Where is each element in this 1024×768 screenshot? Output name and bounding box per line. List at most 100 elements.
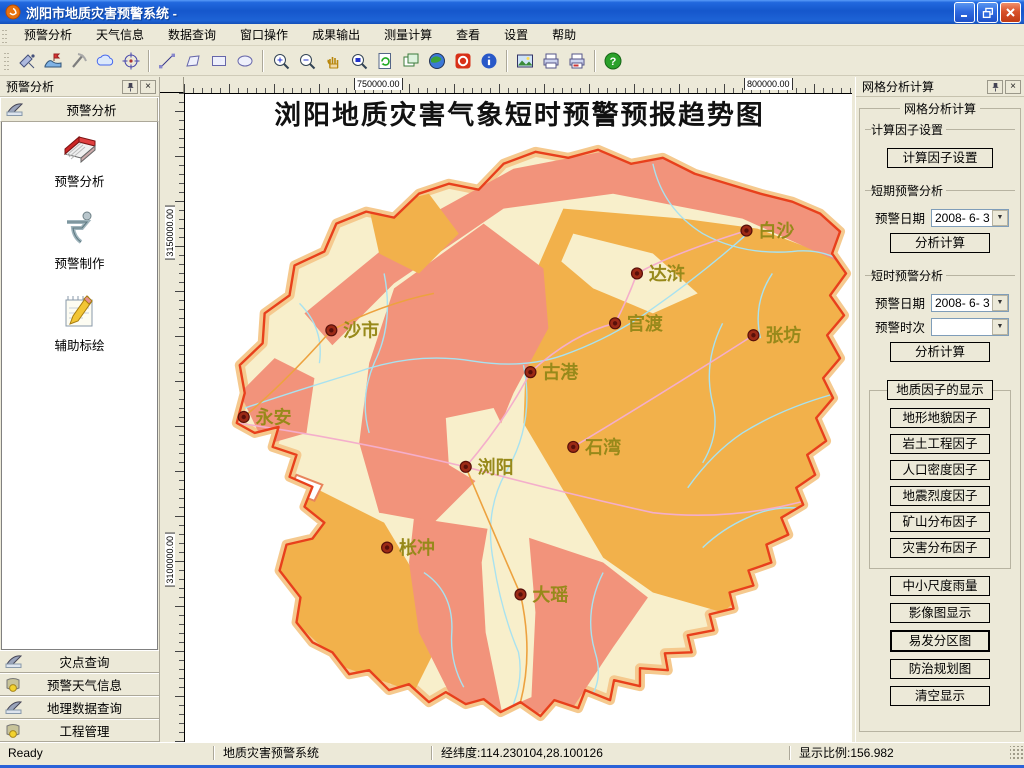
tool-item-warning-production[interactable]: 预警制作	[54, 208, 104, 272]
map-canvas[interactable]: 沙市永安白沙达浒官渡张坊古港石湾浏阳枨冲大瑶 浏阳地质灾害气象短时预警预报趋势图	[184, 93, 852, 742]
window-title: 浏阳市地质灾害预警系统 -	[26, 3, 954, 22]
refresh-page-button[interactable]	[372, 49, 398, 73]
vertical-ruler: 3150000.00 3100000.00	[160, 93, 184, 742]
polygon-tool-button[interactable]	[180, 49, 206, 73]
zoom-out-button[interactable]	[294, 49, 320, 73]
disaster-factor-button[interactable]: 灾害分布因子	[890, 538, 990, 558]
ellipse-tool-icon	[235, 51, 255, 71]
rectangle-tool-button[interactable]	[206, 49, 232, 73]
population-factor-button[interactable]: 人口密度因子	[890, 460, 990, 480]
panel-close-button[interactable]: ×	[140, 80, 156, 94]
rectangle-tool-icon	[209, 51, 229, 71]
menu-weather-info[interactable]: 天气信息	[84, 24, 156, 45]
geotech-factor-button[interactable]: 岩土工程因子	[890, 434, 990, 454]
ellipse-tool-button[interactable]	[232, 49, 258, 73]
weather-tool-icon	[4, 677, 24, 693]
pick-tool-button[interactable]	[66, 49, 92, 73]
right-panel-title: 网格分析计算	[862, 78, 985, 95]
geo-factor-display-button[interactable]: 地质因子的显示	[887, 380, 993, 400]
layers-copy-icon	[401, 51, 421, 71]
close-icon	[1005, 7, 1016, 18]
layers-copy-button[interactable]	[398, 49, 424, 73]
menu-measure[interactable]: 测量计算	[372, 24, 444, 45]
pan-hand-button[interactable]	[320, 49, 346, 73]
bar-project-management[interactable]: 工程管理	[0, 719, 159, 742]
menu-output[interactable]: 成果输出	[300, 24, 372, 45]
mine-factor-button[interactable]: 矿山分布因子	[890, 512, 990, 532]
menu-help[interactable]: 帮助	[540, 24, 588, 45]
warning-date-combo[interactable]: 2008- 6- 3▼	[931, 209, 1009, 227]
clear-display-button[interactable]: 清空显示	[890, 686, 990, 706]
print-preview-icon	[567, 51, 587, 71]
line-tool-button[interactable]	[154, 49, 180, 73]
notepad-pencil-icon	[57, 290, 101, 332]
print-preview-button[interactable]	[564, 49, 590, 73]
nowcast-label: 短时预警分析	[871, 267, 946, 284]
city-label: 石湾	[584, 436, 621, 457]
nowcast-analyze-button[interactable]: 分析计算	[890, 342, 990, 362]
resize-grip[interactable]	[1010, 746, 1024, 760]
bar-disaster-point-query[interactable]: 灾点查询	[0, 650, 159, 673]
info-button[interactable]	[476, 49, 502, 73]
close-icon: ×	[145, 82, 151, 92]
city-label: 永安	[256, 406, 292, 427]
nowcast-date-combo[interactable]: 2008- 6- 3▼	[931, 294, 1009, 312]
target-button[interactable]	[118, 49, 144, 73]
restore-button[interactable]	[977, 2, 998, 23]
terrain-flag-button[interactable]	[40, 49, 66, 73]
right-panel-header: 网格分析计算 ×	[856, 77, 1024, 97]
seismic-factor-button[interactable]: 地震烈度因子	[890, 486, 990, 506]
imagery-display-button[interactable]: 影像图显示	[890, 603, 990, 623]
factor-settings-button[interactable]: 计算因子设置	[887, 148, 993, 168]
app-logo-icon	[5, 4, 21, 20]
terrain-factor-button[interactable]: 地形地貌因子	[890, 408, 990, 428]
chevron-down-icon[interactable]: ▼	[992, 210, 1008, 226]
menu-data-query[interactable]: 数据查询	[156, 24, 228, 45]
right-panel: 网格分析计算 × 网格分析计算 计算因子设置 计算因子设置 短期预警分析 预警日…	[855, 77, 1024, 742]
short-term-analyze-button[interactable]: 分析计算	[890, 233, 990, 253]
stop-button[interactable]	[450, 49, 476, 73]
menu-grip[interactable]	[0, 27, 8, 43]
menu-warning-analysis[interactable]: 预警分析	[12, 24, 84, 45]
panel-close-button[interactable]: ×	[1005, 80, 1021, 94]
zoom-in-button[interactable]	[268, 49, 294, 73]
left-panel: 预警分析 × 预警分析 预警分析 预警制作 辅助标绘	[0, 77, 160, 742]
close-button[interactable]	[1000, 2, 1021, 23]
tool-item-aux-plotting[interactable]: 辅助标绘	[54, 290, 104, 354]
bar-warning-weather-info[interactable]: 预警天气信息	[0, 673, 159, 696]
meso-rainfall-button[interactable]: 中小尺度雨量	[890, 576, 990, 596]
menu-settings[interactable]: 设置	[492, 24, 540, 45]
zoom-window-button[interactable]	[346, 49, 372, 73]
print-button[interactable]	[538, 49, 564, 73]
help-button[interactable]: ?	[600, 49, 626, 73]
tool-item-label: 辅助标绘	[54, 335, 104, 354]
left-panel-title: 预警分析	[6, 78, 120, 95]
prevention-plan-button[interactable]: 防治规划图	[890, 659, 990, 679]
pin-button[interactable]	[987, 80, 1003, 94]
susceptibility-map-button[interactable]: 易发分区图	[890, 630, 990, 652]
brush-seal-icon	[4, 654, 24, 670]
city-label: 古港	[542, 362, 579, 383]
refresh-page-icon	[375, 51, 395, 71]
pin-button[interactable]	[122, 80, 138, 94]
section-bar-warning-analysis[interactable]: 预警分析	[0, 97, 159, 122]
image-view-button[interactable]	[512, 49, 538, 73]
menu-window-ops[interactable]: 窗口操作	[228, 24, 300, 45]
chevron-down-icon[interactable]: ▼	[992, 319, 1008, 335]
globe-button[interactable]	[424, 49, 450, 73]
ruler-corner	[160, 77, 184, 93]
satellite-dish-button[interactable]	[14, 49, 40, 73]
minimize-button[interactable]	[954, 2, 975, 23]
status-system-name: 地质灾害预警系统	[215, 743, 431, 762]
ruler-label-y2: 3100000.00	[165, 533, 175, 587]
menu-view[interactable]: 查看	[444, 24, 492, 45]
toolbar-grip[interactable]	[2, 50, 10, 72]
chevron-down-icon[interactable]: ▼	[992, 295, 1008, 311]
tool-item-warning-analysis[interactable]: 预警分析	[54, 130, 104, 190]
bar-geo-data-query[interactable]: 地理数据查询	[0, 696, 159, 719]
book-icon	[57, 130, 101, 168]
nowcast-time-combo[interactable]: ▼	[931, 318, 1009, 336]
cloud-button[interactable]	[92, 49, 118, 73]
city-label: 浏阳	[478, 456, 514, 477]
city-label: 大瑶	[532, 584, 568, 605]
